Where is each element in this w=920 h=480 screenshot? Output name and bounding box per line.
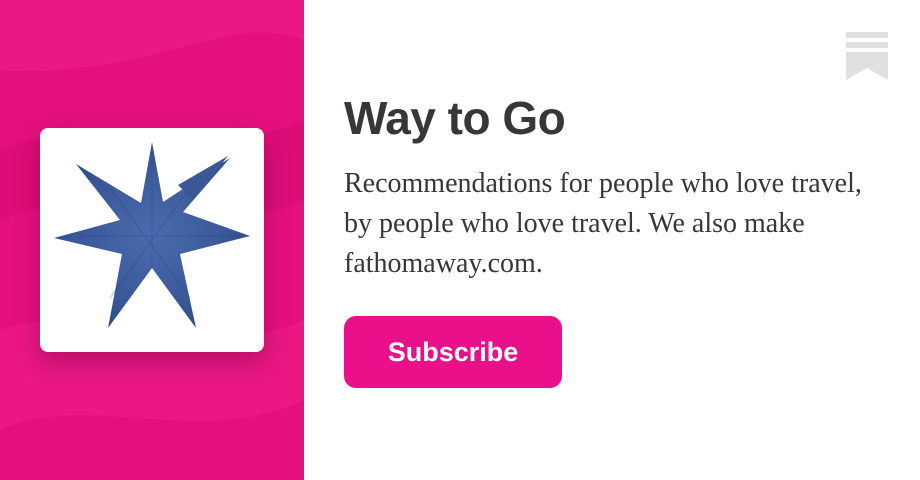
publication-title: Way to Go <box>344 92 566 144</box>
publication-description: Recommendations for people who love trav… <box>344 168 862 279</box>
blue-star-icon <box>54 142 250 328</box>
publication-logo <box>40 128 264 352</box>
subscribe-button[interactable]: Subscribe <box>344 316 562 388</box>
bookmark-icon[interactable] <box>846 32 888 80</box>
brand-panel <box>0 0 304 480</box>
